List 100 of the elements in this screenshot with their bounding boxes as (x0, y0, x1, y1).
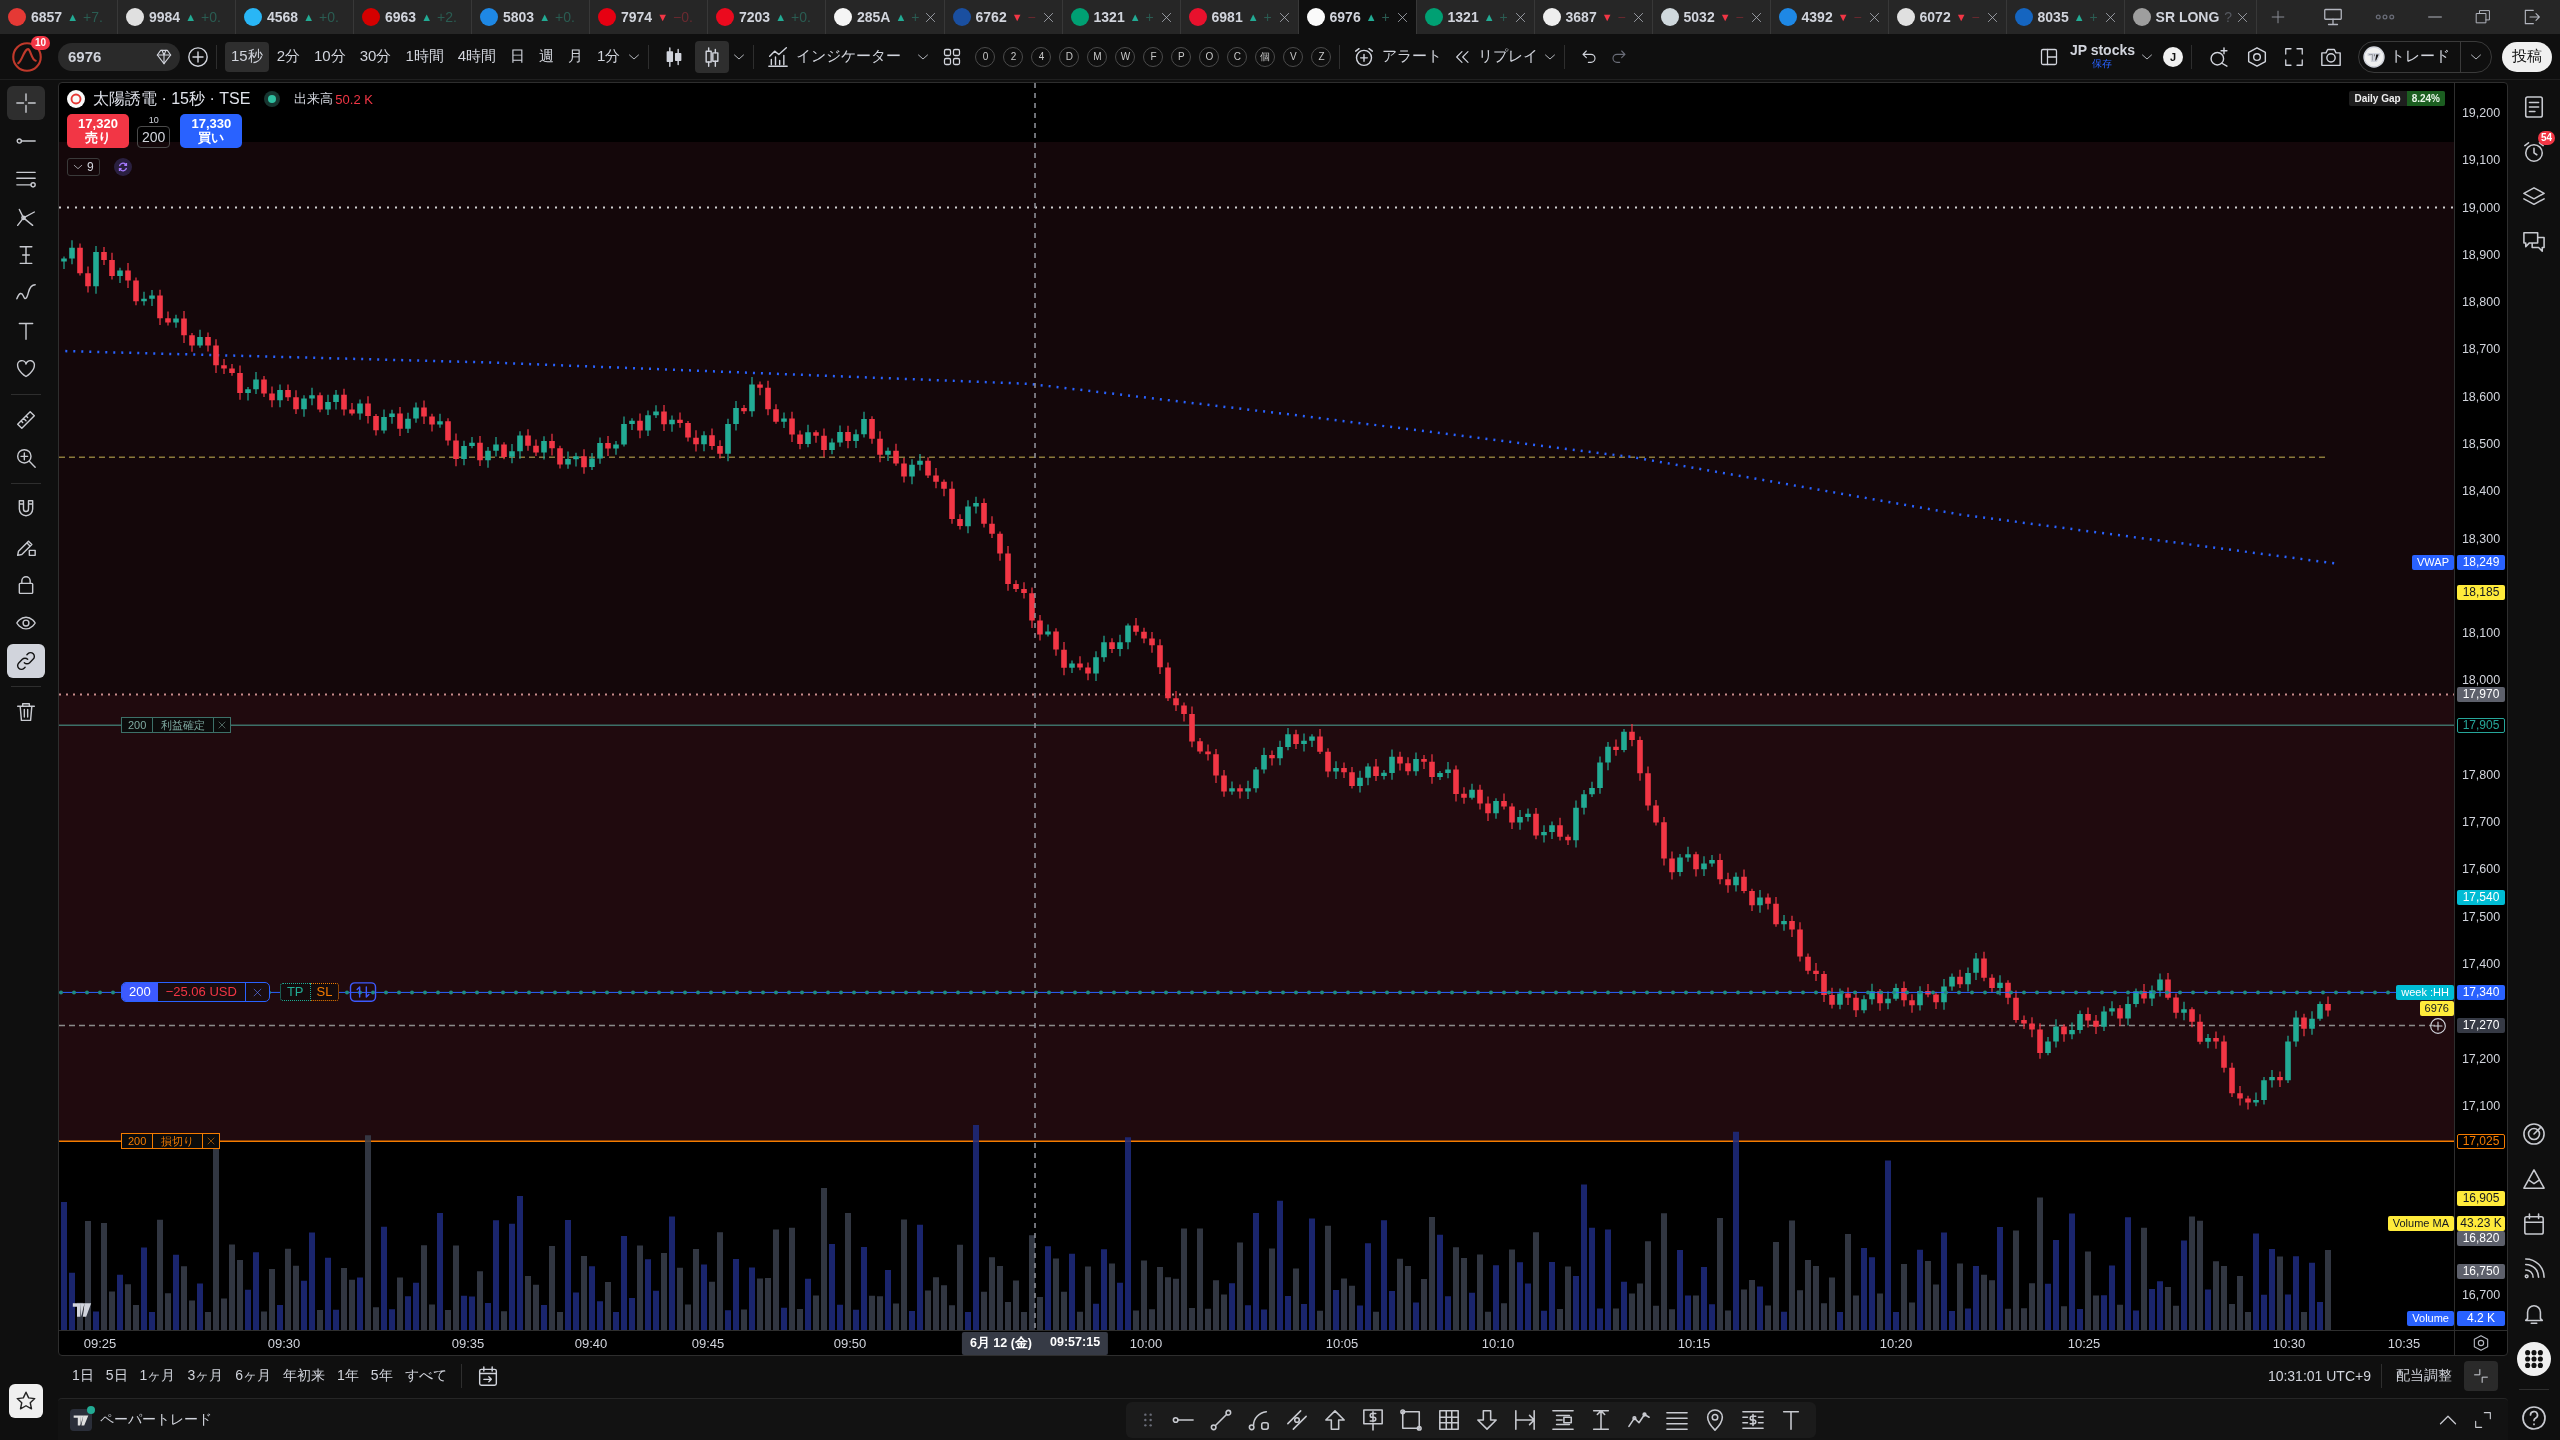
range-icon[interactable] (1514, 1408, 1536, 1431)
calendar-arrow-icon[interactable] (477, 1366, 498, 1386)
trade-button[interactable]: トレード (2359, 41, 2461, 72)
interval-button[interactable]: 週 (533, 41, 561, 72)
interval-button[interactable]: 1時間 (399, 41, 450, 72)
range-button[interactable]: 5年 (364, 1363, 399, 1389)
interval-button[interactable]: 15秒 (225, 41, 269, 72)
plus-circle-icon[interactable] (2430, 1017, 2446, 1034)
rectangle-icon[interactable] (1400, 1408, 1422, 1431)
layout-button[interactable]: JP stocks 保存 (2069, 42, 2135, 71)
stop-loss-order-label[interactable]: 200 損切り (121, 1133, 221, 1150)
position-order-label[interactable]: 200 −25.06 USD (121, 982, 270, 1003)
interval-button[interactable]: 10分 (308, 41, 352, 72)
close-icon[interactable] (1514, 11, 1526, 23)
range-button[interactable]: 6ヶ月 (229, 1363, 277, 1389)
bracket-button[interactable]: SL (310, 983, 340, 1002)
range-button[interactable]: 1年 (331, 1363, 365, 1389)
interval-button[interactable]: 30分 (353, 41, 398, 72)
indicators-button[interactable]: インジケーター (762, 41, 908, 72)
collapse-button[interactable] (2464, 1361, 2498, 1391)
dollar-lines-icon[interactable] (1742, 1408, 1764, 1431)
close-icon[interactable] (924, 11, 936, 23)
layout-icon[interactable] (2039, 47, 2058, 66)
pin-icon[interactable] (1704, 1408, 1726, 1431)
interval-button[interactable]: 2分 (270, 41, 307, 72)
range-button[interactable]: すべて (398, 1363, 453, 1389)
hollow-candles-button[interactable] (695, 40, 730, 73)
monitor-icon[interactable] (2324, 8, 2342, 26)
bell-icon[interactable] (2523, 1302, 2545, 1325)
list-icon[interactable] (2523, 95, 2545, 118)
close-icon[interactable] (1868, 11, 1880, 23)
close-icon[interactable] (218, 721, 227, 730)
search-icon[interactable] (2209, 46, 2229, 67)
interval-button[interactable]: 日 (504, 41, 532, 72)
vertical-ruler-icon[interactable] (1590, 1408, 1612, 1431)
position-lines-icon[interactable] (1552, 1408, 1574, 1431)
expand-icon[interactable] (2475, 1411, 2491, 1428)
interval-button[interactable]: 4時間 (451, 41, 503, 72)
close-icon[interactable] (252, 987, 262, 997)
price-axis[interactable] (2454, 83, 2507, 1330)
trend-line-icon[interactable] (1210, 1408, 1232, 1431)
dividend-adjust-button[interactable]: 配当調整 (2390, 1363, 2458, 1389)
symbol-search-field[interactable]: 6976 (58, 42, 180, 71)
maximize-icon[interactable] (2476, 10, 2490, 24)
plus-circle-icon[interactable] (188, 46, 208, 67)
peaks-icon[interactable] (2523, 1167, 2545, 1190)
range-button[interactable]: 年初来 (277, 1363, 331, 1389)
close-icon[interactable] (1396, 11, 1408, 23)
range-button[interactable]: 1日 (66, 1363, 100, 1389)
symbol-tab[interactable]: 6976 ▲ + (1298, 0, 1417, 34)
quantity-field[interactable]: 200 (137, 125, 171, 148)
symbol-title[interactable]: 太陽誘電 · 15秒 · TSE (93, 88, 251, 110)
close-icon[interactable] (1160, 11, 1172, 23)
buy-button[interactable]: 17,330 買い (180, 114, 243, 148)
close-icon[interactable] (2104, 11, 2116, 23)
up-down-arrows-icon[interactable] (349, 982, 378, 1003)
settings-icon[interactable] (2473, 1335, 2489, 1351)
settings-icon[interactable] (2247, 46, 2267, 67)
range-button[interactable]: 1ヶ月 (133, 1363, 182, 1389)
alert-button[interactable]: アラート (1348, 41, 1449, 72)
redo-icon[interactable] (1611, 48, 1628, 65)
indicators-toggle[interactable]: 9 (67, 158, 100, 176)
curve-icon[interactable] (1248, 1408, 1270, 1431)
camera-icon[interactable] (2321, 46, 2341, 67)
fullscreen-icon[interactable] (2285, 47, 2303, 66)
close-icon[interactable] (1278, 11, 1290, 23)
link-tool-button[interactable] (7, 644, 45, 678)
close-icon[interactable] (1042, 11, 1054, 23)
layers-icon[interactable] (2523, 185, 2545, 208)
grid-icon[interactable] (1438, 1408, 1460, 1431)
interval-button[interactable]: 1分 (591, 41, 627, 72)
close-icon[interactable] (1632, 11, 1644, 23)
interval-button[interactable]: 月 (562, 41, 590, 72)
text-icon[interactable] (1780, 1408, 1802, 1431)
range-button[interactable]: 3ヶ月 (181, 1363, 230, 1389)
sync-icon[interactable] (113, 158, 132, 176)
crosshair-tool-button[interactable] (7, 86, 45, 120)
parallel-lines-icon[interactable] (1286, 1408, 1308, 1431)
take-profit-order-label[interactable]: 200 利益確定 (121, 717, 232, 734)
replay-button[interactable]: リプレイ (1448, 41, 1545, 72)
close-icon[interactable] (1986, 11, 1998, 23)
broadcast-icon[interactable] (2523, 1257, 2545, 1280)
user-avatar[interactable]: J (2163, 46, 2183, 67)
alarm-clock-icon[interactable] (2523, 140, 2545, 163)
apps-grid-icon[interactable] (2517, 1341, 2551, 1376)
down-arrow-icon[interactable] (1476, 1408, 1498, 1431)
close-icon[interactable] (207, 1137, 216, 1146)
close-icon[interactable] (1750, 11, 1762, 23)
publish-button[interactable]: 投稿 (2502, 41, 2552, 72)
sell-button[interactable]: 17,320 売り (67, 114, 129, 148)
price-tag-icon[interactable] (1362, 1408, 1384, 1431)
bracket-button[interactable]: TP (279, 983, 311, 1002)
panel-tab[interactable]: ペーパートレード (100, 1410, 212, 1429)
close-icon[interactable] (2237, 11, 2249, 23)
calendar-icon[interactable] (2523, 1212, 2545, 1235)
up-arrow-icon[interactable] (1324, 1408, 1346, 1431)
chat-icon[interactable] (2523, 230, 2545, 253)
help-icon[interactable] (2522, 1406, 2546, 1430)
favorite-button[interactable] (9, 1384, 43, 1418)
range-button[interactable]: 5日 (99, 1363, 134, 1389)
